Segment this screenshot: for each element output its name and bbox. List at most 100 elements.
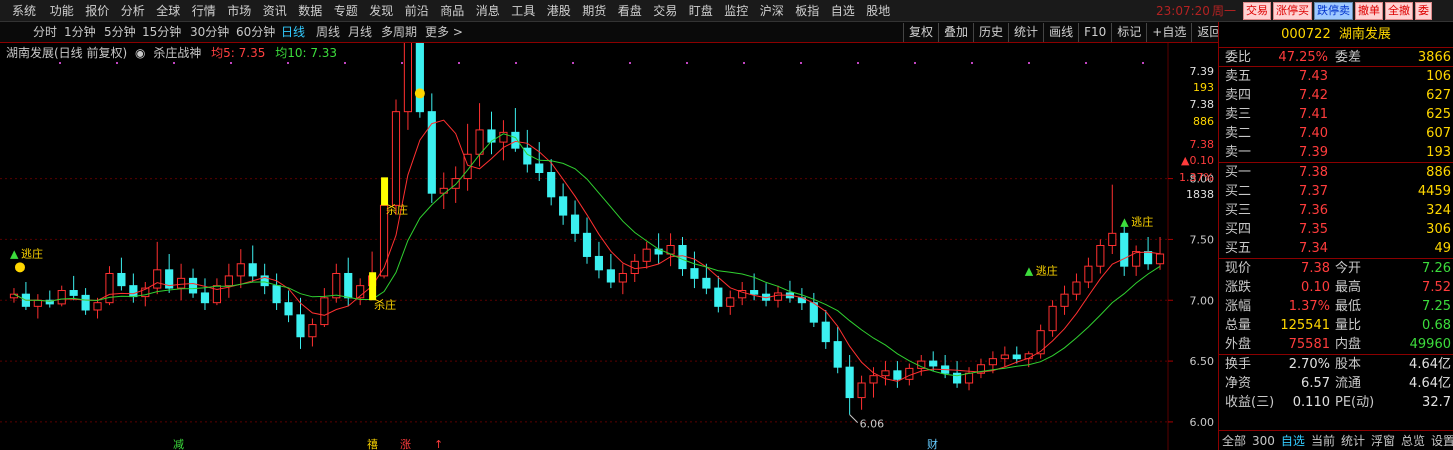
stat-value: 32.7 <box>1422 395 1451 410</box>
candle-body <box>332 272 341 299</box>
menu-item[interactable]: 市场 <box>222 0 258 22</box>
footer-tab[interactable]: 设置 <box>1431 431 1453 450</box>
chart-tool-button[interactable]: 叠加 <box>938 23 973 42</box>
kline-chart[interactable]: 8.007.507.006.506.007.391937.388867.38▲0… <box>0 43 1218 450</box>
stat-value: 6.57 <box>1301 376 1330 391</box>
menu-item[interactable]: 交易 <box>648 0 684 22</box>
event-mark[interactable]: 减 <box>173 438 184 450</box>
panel-title: 000722 湖南发展 <box>1219 22 1453 48</box>
chart-tool-button[interactable]: 统计 <box>1008 23 1043 42</box>
event-mark[interactable]: 禧 <box>367 438 378 450</box>
chart-tools: 复权 叠加 历史 统计 画线 F10 标记 +自选 返回 <box>903 23 1226 42</box>
footer-tab[interactable]: 浮窗 <box>1371 431 1395 450</box>
menu-item[interactable]: 商品 <box>435 0 471 22</box>
event-mark[interactable]: 财 <box>927 437 938 450</box>
footer-tab[interactable]: 统计 <box>1341 431 1365 450</box>
signal-dot <box>1142 62 1144 64</box>
period-tab[interactable]: 多周期 <box>381 22 417 42</box>
indicator-name[interactable]: 杀庄战神 <box>153 46 201 60</box>
menu-item[interactable]: 专题 <box>328 0 364 22</box>
signal-dot <box>287 62 289 64</box>
candle-body <box>129 285 138 298</box>
trade-button[interactable]: 跌停卖 <box>1314 2 1353 20</box>
menu-item[interactable]: 全球 <box>151 0 187 22</box>
candle-body <box>57 290 66 305</box>
trade-button[interactable]: 涨停买 <box>1273 2 1312 20</box>
menu-item[interactable]: 板指 <box>790 0 826 22</box>
menu-item[interactable]: 港股 <box>541 0 577 22</box>
ma10-value: 均10: 7.33 <box>275 46 338 60</box>
chart-tool-button[interactable]: 历史 <box>973 23 1008 42</box>
period-tab[interactable]: 60分钟 <box>236 22 275 42</box>
chart-tool-button[interactable]: 画线 <box>1043 23 1078 42</box>
quote-value: 49960 <box>1409 337 1451 352</box>
menu-item[interactable]: 看盘 <box>612 0 648 22</box>
period-tab[interactable]: 30分钟 <box>190 22 229 42</box>
menu-item[interactable]: 股地 <box>861 0 897 22</box>
chart-tool-button[interactable]: F10 <box>1078 23 1111 42</box>
menu-item[interactable]: 报价 <box>80 0 116 22</box>
bids-volume: 886 <box>1426 165 1451 180</box>
bids-label: 买二 <box>1225 184 1252 199</box>
menu-item[interactable]: 工具 <box>506 0 542 22</box>
menu-item[interactable]: 分析 <box>115 0 151 22</box>
chart-tool-button[interactable]: 标记 <box>1111 23 1146 42</box>
quote-value: 7.25 <box>1422 299 1451 314</box>
trade-button[interactable]: 交易 <box>1243 2 1271 20</box>
footer-tab[interactable]: 当前 <box>1311 431 1335 450</box>
menu-item[interactable]: 自选 <box>825 0 861 22</box>
indicator-dot-icon[interactable]: ◉ <box>135 46 145 60</box>
escape-arrow-icon: ▲ <box>1025 264 1034 277</box>
signal-dot <box>230 62 232 64</box>
menu-item[interactable]: 系统 <box>0 0 44 22</box>
period-tab[interactable]: 分时 <box>33 22 57 42</box>
period-tab[interactable]: 日线 <box>281 22 305 42</box>
chart-tool-button[interactable]: +自选 <box>1146 23 1191 42</box>
quote-label: 最高 <box>1335 280 1362 295</box>
candle-body <box>224 275 233 287</box>
footer-tab[interactable]: 总览 <box>1401 431 1425 450</box>
menu-item[interactable]: 监控 <box>719 0 755 22</box>
period-tab[interactable]: 更多 > <box>425 22 463 42</box>
bids-volume: 306 <box>1426 222 1451 237</box>
menu-item[interactable]: 盯盘 <box>683 0 719 22</box>
bids-row: 买五 7.34 49 <box>1219 239 1453 258</box>
footer-tab[interactable]: 自选 <box>1281 431 1305 450</box>
menu-item[interactable]: 发现 <box>364 0 400 22</box>
candle-body <box>1060 293 1069 307</box>
menu-item[interactable]: 消息 <box>470 0 506 22</box>
chart-tool-button[interactable]: 复权 <box>903 23 938 42</box>
menu-item[interactable]: 期货 <box>577 0 613 22</box>
footer-tab[interactable]: 300 <box>1252 431 1275 450</box>
candle-body <box>618 272 627 283</box>
candle-body <box>200 292 210 304</box>
bids-label: 买四 <box>1225 222 1252 237</box>
menu-item[interactable]: 行情 <box>186 0 222 22</box>
candle-body <box>535 163 544 173</box>
menu-item[interactable]: 前沿 <box>399 0 435 22</box>
event-mark[interactable]: ↑ <box>434 438 443 450</box>
footer-tab[interactable]: 全部 <box>1222 431 1246 450</box>
bids-label: 买五 <box>1225 241 1252 256</box>
menu-item[interactable]: 数据 <box>293 0 329 22</box>
period-tab[interactable]: 月线 <box>348 22 372 42</box>
menu-item[interactable]: 功能 <box>44 0 80 22</box>
period-tab[interactable]: 15分钟 <box>142 22 181 42</box>
menu-item[interactable]: 沪深 <box>754 0 790 22</box>
trade-button[interactable]: 撤单 <box>1355 2 1383 20</box>
ask-book: 卖五 7.43 106 卖四 7.42 627 卖三 7.41 625 卖二 7.40 607 卖一 7.… <box>1219 67 1453 163</box>
period-tab[interactable]: 5分钟 <box>104 22 136 42</box>
period-tab[interactable]: 1分钟 <box>64 22 96 42</box>
candle-body <box>881 370 890 377</box>
candle-body <box>212 285 221 304</box>
escape-signal-label: 逃庄 <box>21 246 43 260</box>
candle-body <box>690 268 699 279</box>
period-tab[interactable]: 周线 <box>316 22 340 42</box>
bids-price: 7.37 <box>1299 184 1328 199</box>
trade-button[interactable]: 委 <box>1415 2 1432 20</box>
asks-row: 卖一 7.39 193 <box>1219 143 1453 162</box>
menu-item[interactable]: 资讯 <box>257 0 293 22</box>
event-mark[interactable]: 涨 <box>400 438 411 450</box>
candle-body <box>1072 281 1081 295</box>
trade-button[interactable]: 全撤 <box>1385 2 1413 20</box>
